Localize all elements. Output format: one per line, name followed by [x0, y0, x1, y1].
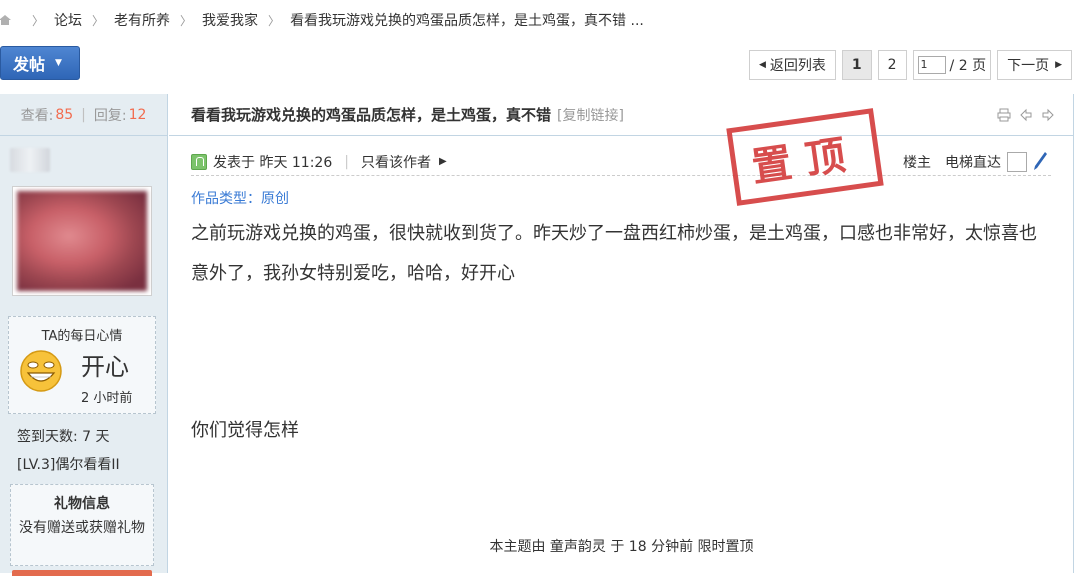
mood-title: TA的每日心情 [41, 329, 123, 344]
author-sidebar: 查看: 85 | 回复: 12 TA的每日心情 开心 2 小时前 签到天数: 7… [0, 94, 168, 576]
new-post-button[interactable]: 发帖 ▼ [0, 46, 80, 80]
print-icon[interactable] [997, 107, 1011, 122]
page-jump-input[interactable]: 1 [917, 56, 946, 74]
divider: | [344, 153, 349, 170]
chevron-right-icon: 〉 [32, 13, 45, 28]
posted-at: 发表于 昨天 11:26 [213, 154, 333, 171]
online-status-icon [191, 153, 207, 170]
work-type[interactable]: 作品类型：原创 [191, 188, 289, 208]
back-to-list-label: 返回列表 [769, 58, 826, 74]
views-count: 85 [55, 106, 74, 123]
caret-left-icon: ◀ [758, 60, 766, 70]
floor-label: 楼主 [903, 155, 931, 171]
author-name[interactable] [10, 148, 50, 172]
mood-time: 2 小时前 [81, 391, 133, 406]
new-post-label: 发帖 [13, 55, 46, 74]
next-page-label: 下一页 [1007, 58, 1050, 74]
title-actions [997, 107, 1055, 122]
gift-title: 礼物信息 [54, 496, 110, 512]
post-body: 之前玩游戏兑换的鸡蛋，很快就收到货了。昨天炒了一盘西红柿炒蛋，是土鸡蛋，口感也非… [191, 223, 1037, 284]
elevator-jump: 电梯直达 [945, 152, 1027, 172]
mood-word: 开心 [81, 353, 129, 381]
copy-link-button[interactable]: [复制链接] [557, 105, 624, 125]
post-title: 看看我玩游戏兑换的鸡蛋品质怎样，是土鸡蛋，真不错 [191, 106, 552, 124]
views-label: 查看: [20, 107, 54, 124]
wrench-icon[interactable] [1031, 150, 1049, 172]
back-to-list-button[interactable]: ◀ 返回列表 [748, 50, 836, 80]
breadcrumb: 〉 论坛 〉 老有所养 〉 我爱我家 〉 看看我玩游戏兑换的鸡蛋品质怎样，是土鸡… [0, 0, 1080, 40]
sign-in-days: 签到天数: 7 天 [17, 429, 110, 445]
next-thread-icon[interactable] [1041, 107, 1055, 122]
user-level[interactable]: [LV.3]偶尔看看II [17, 454, 120, 474]
post-main: 看看我玩游戏兑换的鸡蛋品质怎样，是土鸡蛋，真不错 [复制链接] 发表于 昨天 1… [169, 94, 1074, 573]
post-body-question: 你们觉得怎样 [191, 420, 299, 441]
divider: | [81, 106, 86, 123]
gift-info-box: 礼物信息 没有赠送或获赠礼物 [10, 484, 154, 566]
prev-thread-icon[interactable] [1019, 107, 1033, 122]
elevator-label: 电梯直达 [945, 155, 1001, 171]
page-jump: 1 / 2 页 [912, 50, 992, 80]
next-page-button[interactable]: 下一页 ▶ [997, 50, 1072, 80]
pin-note: 本主题由 童声韵灵 于 18 分钟前 限时置顶 [489, 539, 754, 555]
caret-down-icon: ▼ [55, 58, 62, 68]
chevron-right-icon: 〉 [180, 13, 193, 28]
breadcrumb-board[interactable]: 我爱我家 [202, 10, 258, 30]
page-total-label: / 2 页 [949, 58, 987, 74]
breadcrumb-forum[interactable]: 论坛 [54, 10, 82, 30]
chevron-right-icon: 〉 [92, 13, 105, 28]
pagination: ◀ 返回列表 1 2 1 / 2 页 下一页 ▶ [748, 50, 1072, 80]
replies-label: 回复: [93, 107, 127, 124]
post-title-bar: 看看我玩游戏兑换的鸡蛋品质怎样，是土鸡蛋，真不错 [复制链接] [169, 94, 1073, 136]
elevator-input[interactable] [1007, 152, 1027, 172]
page-2-link[interactable]: 2 [877, 50, 907, 80]
chevron-right-icon: 〉 [268, 13, 281, 28]
daily-mood-box: TA的每日心情 开心 2 小时前 [8, 316, 156, 414]
top-toolbar: 发帖 ▼ ◀ 返回列表 1 2 1 / 2 页 下一页 ▶ [0, 44, 1080, 84]
replies-count: 12 [128, 106, 147, 123]
caret-right-icon: ▶ [438, 156, 447, 167]
gift-text: 没有赠送或获赠礼物 [19, 520, 145, 536]
sidebar-action-bar[interactable] [12, 570, 152, 576]
thread-stats: 查看: 85 | 回复: 12 [0, 94, 167, 136]
breadcrumb-category[interactable]: 老有所养 [114, 10, 170, 30]
smiley-icon [19, 349, 63, 393]
page-1-link[interactable]: 1 [841, 50, 872, 80]
only-author-link[interactable]: 只看该作者 [361, 152, 431, 172]
breadcrumb-thread: 看看我玩游戏兑换的鸡蛋品质怎样，是土鸡蛋，真不错 ... [290, 13, 644, 29]
caret-right-icon: ▶ [1055, 60, 1062, 70]
post-meta: 发表于 昨天 11:26 | 只看该作者 ▶ 楼主 电梯直达 [191, 148, 1051, 176]
home-icon[interactable] [0, 13, 12, 27]
avatar[interactable] [12, 186, 152, 296]
